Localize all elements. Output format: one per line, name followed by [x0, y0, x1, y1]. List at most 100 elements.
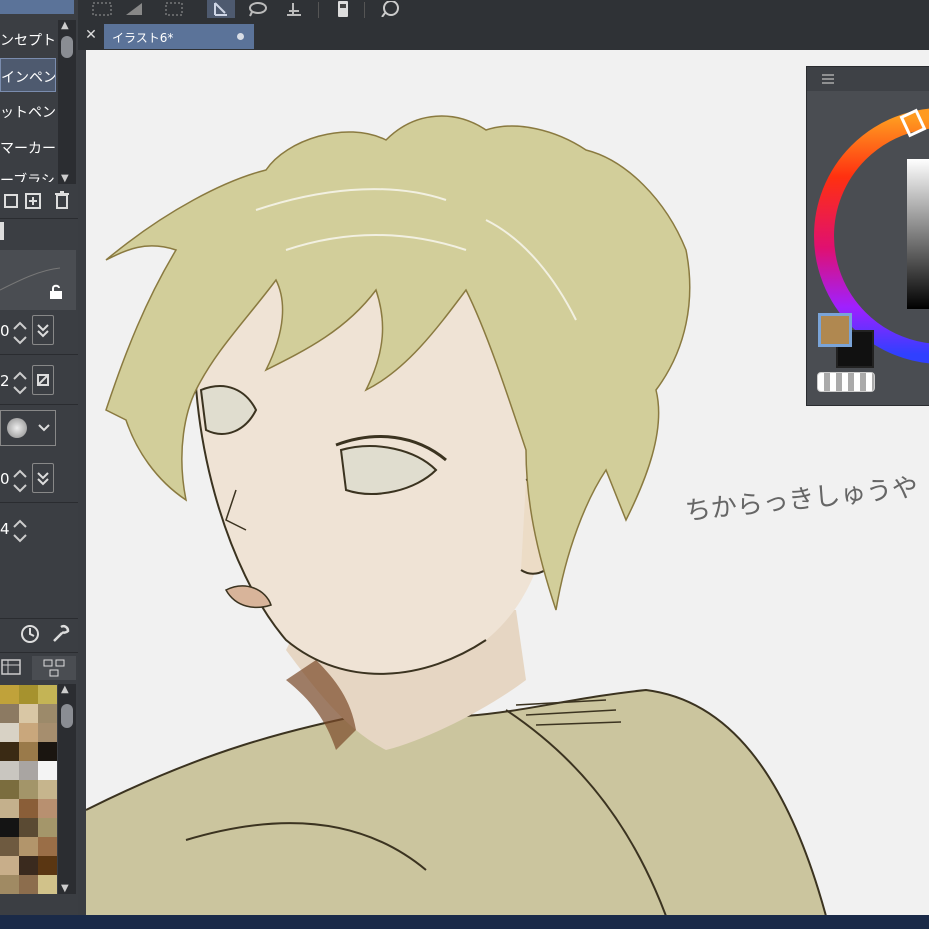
- transparent-color-swatch[interactable]: [817, 372, 875, 392]
- palette-swatch[interactable]: [0, 780, 19, 799]
- brush-label: マーカー: [0, 141, 56, 157]
- palette-swatch[interactable]: [0, 742, 19, 761]
- palette-swatch[interactable]: [0, 856, 19, 875]
- brush-item-4[interactable]: ーブラシ: [0, 166, 56, 182]
- palette-swatch[interactable]: [38, 875, 57, 894]
- brush-item-0[interactable]: ンセプト: [0, 22, 56, 56]
- palette-swatch[interactable]: [19, 723, 38, 742]
- selection-tool-icon[interactable]: [88, 0, 116, 18]
- stabilization-stepper-icon[interactable]: [10, 516, 32, 546]
- tab-illust6[interactable]: イラスト6*: [104, 24, 254, 49]
- speech-bubble-icon[interactable]: [376, 0, 404, 18]
- panel-divider: [0, 404, 78, 405]
- scroll-up-icon[interactable]: ▲: [61, 684, 69, 695]
- palette-swatch[interactable]: [38, 761, 57, 780]
- marquee-icon[interactable]: [160, 0, 188, 18]
- palette-swatch[interactable]: [38, 856, 57, 875]
- brush-item-1[interactable]: インペン: [0, 58, 56, 92]
- toolbar-divider: [318, 2, 319, 18]
- brush-size-value: 0: [0, 322, 10, 340]
- subtool-tab[interactable]: [0, 222, 4, 240]
- palette-swatch[interactable]: [19, 685, 38, 704]
- trash-icon[interactable]: [50, 188, 74, 212]
- brush-label: ーブラシ: [0, 173, 55, 182]
- opacity-stepper-icon[interactable]: [10, 368, 32, 398]
- palette-swatch[interactable]: [0, 875, 19, 894]
- size-stepper-icon[interactable]: [10, 318, 32, 348]
- palette-swatch[interactable]: [0, 818, 19, 837]
- toolbar-divider: [364, 2, 365, 18]
- size-pressure-button[interactable]: [32, 315, 54, 345]
- palette-tab-icon[interactable]: [0, 658, 28, 680]
- signature-text: ちからっきしゅうや: [684, 473, 920, 527]
- palette-swatch[interactable]: [38, 818, 57, 837]
- brush-item-2[interactable]: ットペン: [0, 94, 56, 128]
- brush-tip-icon: [7, 418, 27, 438]
- palette-swatch[interactable]: [19, 837, 38, 856]
- panel-divider: [0, 652, 78, 653]
- device-icon[interactable]: [329, 0, 357, 18]
- palette-swatch[interactable]: [19, 742, 38, 761]
- palette-swatch[interactable]: [19, 818, 38, 837]
- brush-item-3[interactable]: マーカー: [0, 130, 56, 164]
- palette-swatch[interactable]: [0, 685, 19, 704]
- palette-swatch[interactable]: [0, 837, 19, 856]
- density-stepper-icon[interactable]: [10, 466, 32, 496]
- scroll-down-icon[interactable]: ▼: [61, 173, 69, 184]
- scroll-down-icon[interactable]: ▼: [61, 883, 69, 894]
- palette-swatch[interactable]: [38, 723, 57, 742]
- wrench-icon[interactable]: [48, 622, 72, 646]
- brush-tip-dropdown[interactable]: [0, 410, 56, 446]
- taskbar: [0, 915, 929, 929]
- illustration: ちからっきしゅうや: [86, 115, 920, 916]
- brush-settings-icon[interactable]: [18, 622, 42, 646]
- palette-swatch[interactable]: [19, 780, 38, 799]
- main-color-fill: [821, 316, 849, 344]
- palette-swatch[interactable]: [38, 799, 57, 818]
- palette-swatch[interactable]: [19, 704, 38, 723]
- lock-icon[interactable]: [48, 284, 64, 304]
- transform-tool-icon[interactable]: [280, 0, 308, 18]
- density-value: 0: [0, 470, 10, 488]
- brush-list-scrollbar[interactable]: ▲ ▼: [58, 20, 76, 184]
- palette-swatch[interactable]: [19, 799, 38, 818]
- palette-swatch[interactable]: [19, 761, 38, 780]
- scroll-up-icon[interactable]: ▲: [61, 20, 69, 31]
- palette-swatch[interactable]: [19, 856, 38, 875]
- palette-scrollbar[interactable]: ▲ ▼: [58, 684, 76, 894]
- panel-header-highlight: [0, 0, 74, 14]
- pointer-tool-icon[interactable]: [207, 0, 235, 18]
- lasso-tool-icon[interactable]: [243, 0, 271, 18]
- palette-swatch[interactable]: [0, 799, 19, 818]
- palette-swatch[interactable]: [38, 704, 57, 723]
- palette-swatch[interactable]: [38, 685, 57, 704]
- color-wheel-panel: [806, 66, 929, 406]
- opacity-toggle-button[interactable]: [32, 365, 54, 395]
- panel-divider: [0, 618, 78, 619]
- brush-label: インペン: [1, 70, 56, 86]
- color-panel-header: [807, 67, 929, 91]
- palette-swatch[interactable]: [38, 780, 57, 799]
- menu-icon[interactable]: [821, 74, 835, 84]
- color-palette: [0, 685, 58, 894]
- palette-swatch[interactable]: [0, 704, 19, 723]
- palette-swatch[interactable]: [0, 723, 19, 742]
- brush-label: ンセプト: [0, 33, 56, 49]
- main-color-swatch[interactable]: [818, 313, 852, 347]
- panel-divider: [0, 502, 78, 503]
- tab-title: イラスト6*: [112, 31, 174, 45]
- chevron-down-icon: [38, 424, 50, 432]
- palette-tab-active[interactable]: [32, 656, 76, 680]
- stabilization-value: 4: [0, 520, 10, 538]
- drawing-canvas[interactable]: ちからっきしゅうや: [86, 50, 929, 916]
- palette-swatch[interactable]: [0, 761, 19, 780]
- fill-selection-icon[interactable]: [120, 0, 148, 18]
- scroll-thumb[interactable]: [61, 36, 73, 58]
- palette-swatch[interactable]: [19, 875, 38, 894]
- palette-swatch[interactable]: [38, 837, 57, 856]
- palette-swatch[interactable]: [38, 742, 57, 761]
- density-pressure-button[interactable]: [32, 463, 54, 493]
- add-brush-icon[interactable]: [20, 188, 44, 212]
- scroll-thumb[interactable]: [61, 704, 73, 728]
- close-tab-icon[interactable]: ✕: [83, 25, 99, 45]
